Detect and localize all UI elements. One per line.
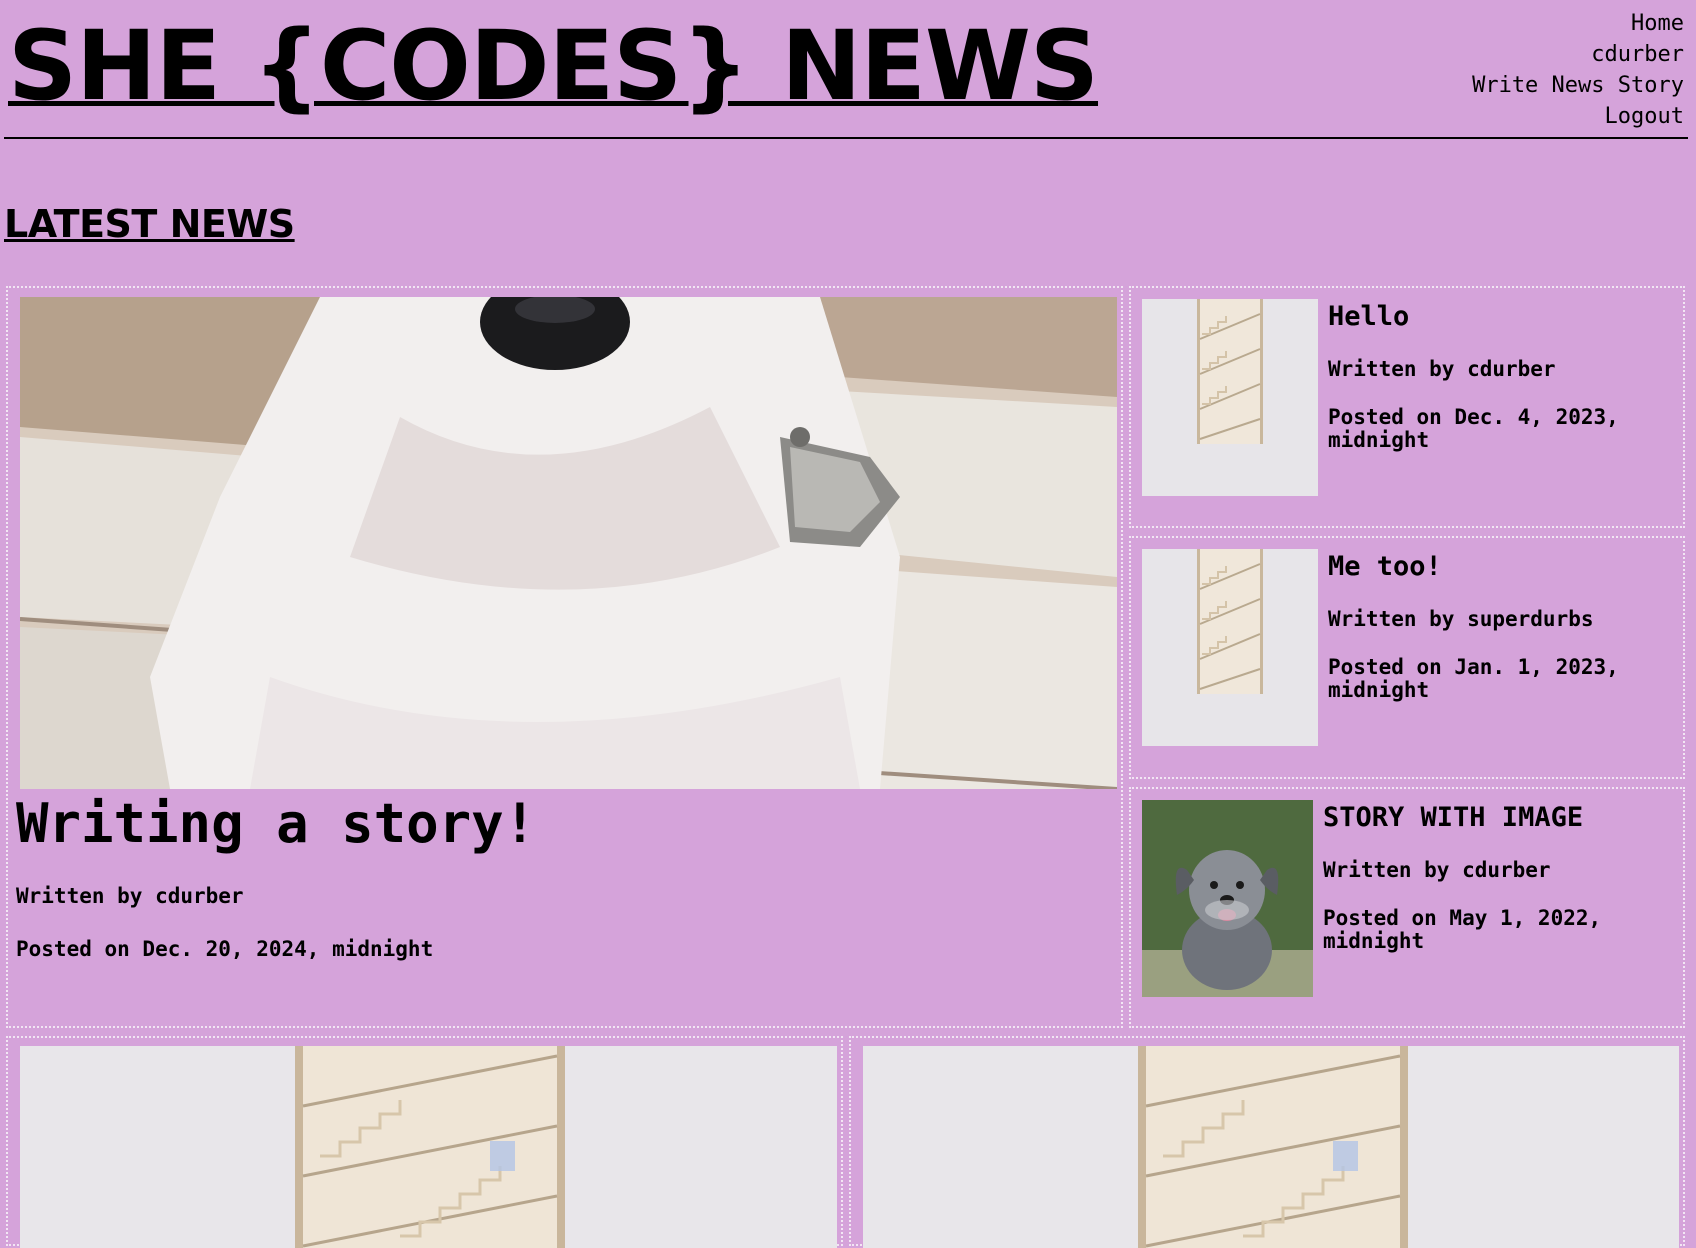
nav-logout-link[interactable]: Logout <box>1472 101 1684 132</box>
story-author: Written by cdurber <box>1323 858 1551 882</box>
header-divider <box>4 137 1688 139</box>
story-date: Posted on Dec. 4, 2023, midnight <box>1328 405 1619 452</box>
nav-home-link[interactable]: Home <box>1472 8 1684 39</box>
featured-story-date: Posted on Dec. 20, 2024, midnight <box>16 937 434 961</box>
featured-story-author: Written by cdurber <box>16 884 244 908</box>
story-thumbnail <box>1142 800 1313 997</box>
story-image <box>20 1046 837 1248</box>
story-thumbnail <box>1142 299 1318 496</box>
story-image <box>863 1046 1679 1248</box>
site-title-link[interactable]: SHE {CODES} NEWS <box>8 8 1099 124</box>
section-title: LATEST NEWS <box>4 202 295 246</box>
nav-user-link[interactable]: cdurber <box>1472 39 1684 70</box>
story-card[interactable]: STORY WITH IMAGE Written by cdurber Post… <box>1129 787 1685 1028</box>
story-date: Posted on Jan. 1, 2023, midnight <box>1328 655 1619 702</box>
main-nav: Home cdurber Write News Story Logout <box>1472 8 1684 132</box>
story-title[interactable]: STORY WITH IMAGE <box>1323 801 1583 835</box>
story-card[interactable] <box>849 1036 1685 1248</box>
story-thumbnail <box>1142 549 1318 746</box>
story-author: Written by superdurbs <box>1328 607 1594 631</box>
story-date: Posted on May 1, 2022, midnight <box>1323 906 1602 953</box>
featured-story-title[interactable]: Writing a story! <box>16 793 536 855</box>
story-card[interactable]: Me too! Written by superdurbs Posted on … <box>1129 536 1685 779</box>
story-card[interactable]: Hello Written by cdurber Posted on Dec. … <box>1129 286 1685 528</box>
story-title[interactable]: Me too! <box>1328 550 1442 584</box>
story-title[interactable]: Hello <box>1328 300 1409 334</box>
nav-write-story-link[interactable]: Write News Story <box>1472 70 1684 101</box>
story-card[interactable] <box>6 1036 843 1248</box>
featured-story-card[interactable]: Writing a story! Written by cdurber Post… <box>6 286 1123 1028</box>
featured-story-image <box>20 297 1117 789</box>
story-author: Written by cdurber <box>1328 357 1556 381</box>
